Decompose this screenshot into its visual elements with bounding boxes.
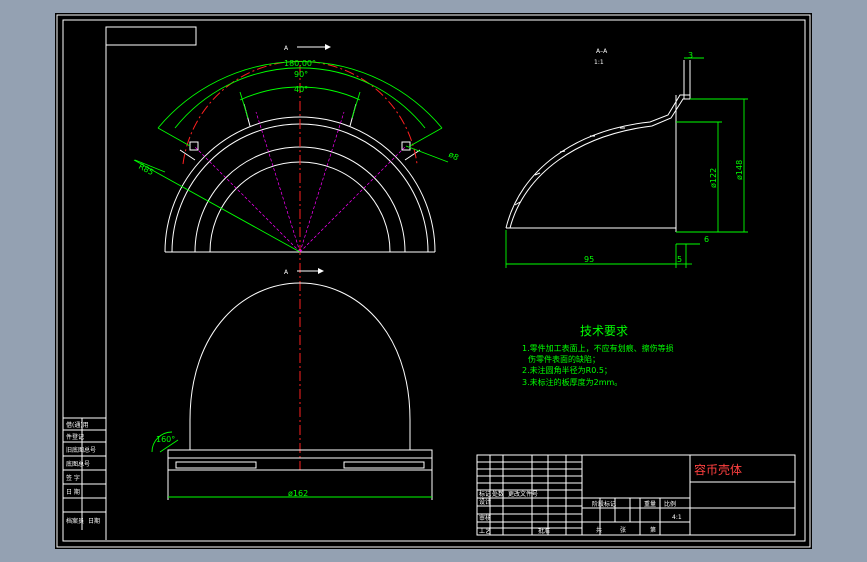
dim-base-angle: 160° (156, 435, 175, 444)
dim-bottom-offset: 6 (704, 235, 709, 244)
tb-cell: 第 (650, 526, 656, 534)
side-label: 借(通)用 (66, 421, 89, 429)
dim-angle-inner: 40° (294, 85, 308, 94)
tb-cell: 批准 (538, 527, 550, 535)
dim-dia-122: ø122 (709, 168, 718, 188)
side-label: 旧底图总号 (66, 446, 96, 454)
scale-value: 4:1 (672, 514, 682, 521)
tech-item: 伤零件表面的缺陷； (528, 354, 600, 364)
tech-item: 2.未注圆角半径为R0.5； (522, 365, 612, 375)
drawing-canvas: 借(通)用 件登记 旧底图总号 底图总号 签 字 日 期 档案员 日期 A 18… (55, 13, 812, 549)
part-name: 容币壳体 (694, 462, 742, 477)
svg-text:A–A: A–A (596, 48, 608, 55)
dim-width-95: 95 (584, 255, 594, 264)
side-label: 日 期 (66, 488, 80, 496)
tech-item: 1.零件加工表面上，不应有划痕、擦伤等损 (522, 343, 674, 353)
side-label: 日期 (88, 517, 100, 525)
side-label: 底图总号 (66, 460, 90, 468)
tech-item: 3.未标注的板厚度为2mm。 (522, 377, 622, 387)
side-label: 件登记 (66, 433, 84, 441)
tb-cell: 阶段标记 (592, 500, 616, 508)
tb-cell: 张 (620, 526, 626, 534)
tech-title: 技术要求 (580, 324, 628, 338)
dim-top-thickness: 3 (688, 51, 693, 60)
tb-cell: 比例 (664, 500, 676, 508)
dim-base-dia: ø162 (288, 489, 308, 498)
dim-dia-148: ø148 (735, 160, 744, 180)
tb-cell: 标记 (479, 490, 491, 498)
tb-cell: 重量 (644, 500, 656, 508)
scale-note: 1:1 (594, 59, 604, 66)
tb-cell: 共 (596, 526, 602, 534)
side-label: 档案员 (66, 517, 84, 525)
tb-cell: 审核 (479, 514, 491, 522)
dim-angle-outer: 180.00° (284, 59, 316, 68)
tb-cell: 更改文件号 (508, 490, 538, 498)
dim-angle-mid: 90° (294, 70, 308, 79)
side-label: 签 字 (66, 474, 80, 482)
tb-cell: 设计 (479, 498, 491, 506)
dim-width-5: 5 (677, 255, 682, 264)
tb-cell: 处数 (492, 490, 504, 498)
tb-cell: 工艺 (479, 527, 491, 535)
